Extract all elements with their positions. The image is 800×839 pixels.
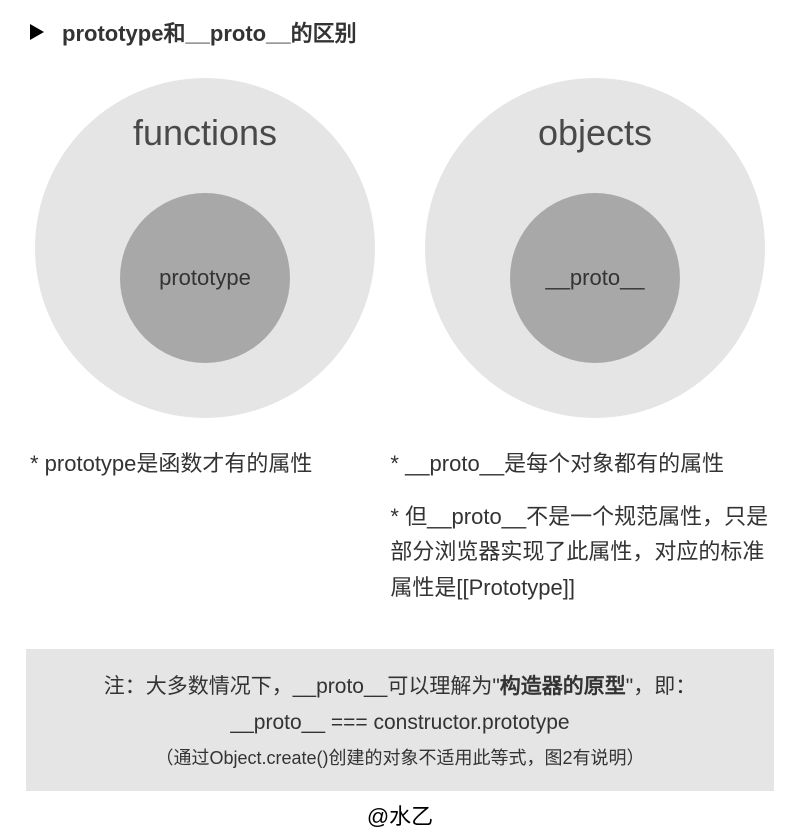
caption-right-1: * __proto__是每个对象都有的属性 <box>390 446 780 481</box>
note-line3: （通过Object.create()创建的对象不适用此等式，图2有说明） <box>44 742 756 774</box>
proto-label: __proto__ <box>545 265 644 291</box>
note-line1-pre: 注：大多数情况下，__proto__可以理解为" <box>104 675 500 698</box>
caption-left: * prototype是函数才有的属性 <box>30 446 390 623</box>
diagram-row: functions prototype objects __proto__ <box>0 58 800 428</box>
triangle-icon <box>30 24 44 40</box>
prototype-inner-circle: prototype <box>120 193 290 363</box>
functions-group: functions prototype <box>35 78 375 418</box>
caption-right-2: * 但__proto__不是一个规范属性，只是部分浏览器实现了此属性，对应的标准… <box>390 499 780 605</box>
note-line1: 注：大多数情况下，__proto__可以理解为"构造器的原型"，即： <box>44 669 756 705</box>
header: prototype和__proto__的区别 <box>0 0 800 58</box>
prototype-label: prototype <box>159 265 251 291</box>
note-line2: __proto__ === constructor.prototype <box>44 704 756 742</box>
note-line1-post: "，即： <box>626 675 696 698</box>
page-title: prototype和__proto__的区别 <box>62 16 357 48</box>
objects-group: objects __proto__ <box>425 78 765 418</box>
note-box: 注：大多数情况下，__proto__可以理解为"构造器的原型"，即： __pro… <box>26 649 774 791</box>
functions-label: functions <box>35 112 375 154</box>
attribution: @水乙 <box>0 791 800 839</box>
caption-right: * __proto__是每个对象都有的属性 * 但__proto__不是一个规范… <box>390 446 780 623</box>
note-line1-bold: 构造器的原型 <box>500 675 626 698</box>
objects-label: objects <box>425 112 765 154</box>
captions-row: * prototype是函数才有的属性 * __proto__是每个对象都有的属… <box>0 428 800 623</box>
proto-inner-circle: __proto__ <box>510 193 680 363</box>
